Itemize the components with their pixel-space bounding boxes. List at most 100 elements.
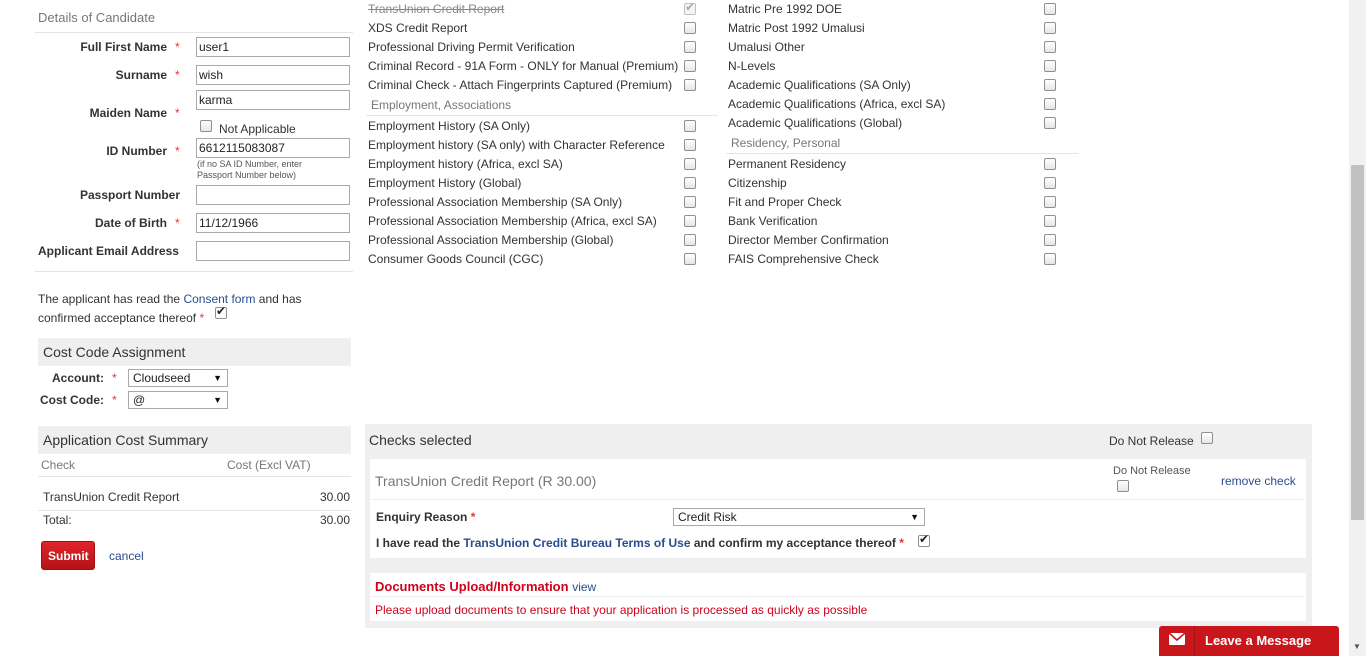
check-xds-label: XDS Credit Report — [368, 21, 468, 35]
total-label: Total: — [43, 513, 72, 527]
required-mark: * — [899, 536, 904, 550]
check-employment-sa-checkbox[interactable] — [684, 120, 696, 132]
check-xds-checkbox[interactable] — [684, 22, 696, 34]
scrollbar-track[interactable]: ▼ — [1349, 0, 1366, 656]
checks-selected-title: Checks selected — [369, 432, 472, 448]
check-academic-sa-label: Academic Qualifications (SA Only) — [728, 78, 911, 92]
check-criminal-91a-checkbox[interactable] — [684, 60, 696, 72]
check-prof-assoc-sa-label: Professional Association Membership (SA … — [368, 195, 623, 209]
check-employment-global-label: Employment History (Global) — [368, 176, 522, 190]
email-input[interactable] — [196, 241, 350, 261]
check-n-levels-checkbox[interactable] — [1044, 60, 1056, 72]
account-select[interactable]: Cloudseed ▼ — [128, 369, 228, 387]
remove-check-link[interactable]: remove check — [1221, 474, 1296, 488]
divider — [372, 499, 1304, 500]
check-transunion-label: TransUnion Credit Report — [368, 2, 505, 16]
required-mark: * — [470, 510, 476, 524]
selected-check-title: TransUnion Credit Report (R 30.00) — [375, 473, 597, 489]
cost-code-select[interactable]: @ ▼ — [128, 391, 228, 409]
check-prof-assoc-africa-checkbox[interactable] — [684, 215, 696, 227]
check-bank-verification-label: Bank Verification — [728, 214, 818, 228]
cost-code-label: Cost Code: — [40, 393, 104, 407]
passport-input[interactable] — [196, 185, 350, 205]
consent-text-part1: The applicant has read the — [38, 292, 184, 306]
check-prof-assoc-africa-label: Professional Association Membership (Afr… — [368, 214, 657, 228]
not-applicable-checkbox[interactable] — [200, 120, 212, 132]
enquiry-reason-select[interactable]: Credit Risk ▼ — [673, 508, 925, 526]
check-bank-verification-checkbox[interactable] — [1044, 215, 1056, 227]
scroll-down-arrow-icon[interactable]: ▼ — [1353, 642, 1361, 651]
chevron-down-icon: ▼ — [213, 373, 222, 383]
do-not-release-checkbox[interactable] — [1201, 432, 1213, 444]
check-matric-post-checkbox[interactable] — [1044, 22, 1056, 34]
check-fais-checkbox[interactable] — [1044, 253, 1056, 265]
check-umalusi-other-label: Umalusi Other — [728, 40, 805, 54]
check-criminal-fingerprints-checkbox[interactable] — [684, 79, 696, 91]
check-matric-pre-checkbox[interactable] — [1044, 3, 1056, 15]
check-cgc-checkbox[interactable] — [684, 253, 696, 265]
cancel-link[interactable]: cancel — [109, 549, 144, 563]
terms-text: I have read the TransUnion Credit Bureau… — [376, 536, 904, 550]
check-academic-global-checkbox[interactable] — [1044, 117, 1056, 129]
check-fit-proper-label: Fit and Proper Check — [728, 195, 842, 209]
account-select-value: Cloudseed — [133, 371, 191, 385]
check-umalusi-other-checkbox[interactable] — [1044, 41, 1056, 53]
cost-summary-header: Application Cost Summary — [38, 426, 351, 454]
terms-checkbox[interactable] — [918, 532, 930, 547]
account-label: Account: — [52, 371, 104, 385]
check-pdp-checkbox[interactable] — [684, 41, 696, 53]
submit-button[interactable]: Submit — [41, 541, 95, 570]
dob-input[interactable] — [196, 213, 350, 233]
surname-input[interactable] — [196, 65, 350, 85]
scrollbar-thumb[interactable] — [1351, 165, 1364, 520]
required-mark: * — [112, 371, 117, 385]
col-check-header: Check — [41, 458, 76, 472]
check-employment-africa-checkbox[interactable] — [684, 158, 696, 170]
leave-message-button[interactable]: Leave a Message — [1159, 626, 1339, 656]
consent-checkbox[interactable] — [215, 304, 227, 319]
enquiry-reason-value: Credit Risk — [678, 510, 737, 524]
full-first-name-input[interactable] — [196, 37, 350, 57]
check-permanent-residency-label: Permanent Residency — [728, 157, 847, 171]
dob-label: Date of Birth — [95, 216, 167, 230]
check-employment-global-checkbox[interactable] — [684, 177, 696, 189]
email-label: Applicant Email Address — [38, 244, 179, 258]
item-do-not-release-checkbox[interactable] — [1117, 480, 1129, 492]
documents-view-link[interactable]: view — [572, 580, 596, 594]
divider — [35, 32, 353, 33]
id-number-label: ID Number — [106, 144, 167, 158]
candidate-title: Details of Candidate — [38, 10, 156, 25]
employment-section-title: Employment, Associations — [371, 98, 512, 112]
required-mark: * — [175, 106, 180, 120]
leave-message-label: Leave a Message — [1205, 633, 1312, 648]
maiden-name-input[interactable] — [196, 90, 350, 110]
item-do-not-release-label: Do Not Release — [1113, 465, 1191, 477]
passport-label: Passport Number — [79, 188, 180, 202]
envelope-icon — [1168, 632, 1186, 645]
cost-code-header: Cost Code Assignment — [38, 338, 351, 366]
check-citizenship-checkbox[interactable] — [1044, 177, 1056, 189]
do-not-release-label: Do Not Release — [1109, 434, 1194, 448]
check-academic-africa-label: Academic Qualifications (Africa, excl SA… — [728, 97, 946, 111]
consent-text: The applicant has read the Consent form … — [38, 290, 338, 328]
check-prof-assoc-sa-checkbox[interactable] — [684, 196, 696, 208]
terms-of-use-link[interactable]: TransUnion Credit Bureau Terms of Use — [463, 536, 690, 550]
check-transunion-checkbox[interactable] — [684, 0, 696, 15]
terms-text-part2: and confirm my acceptance thereof — [690, 536, 896, 550]
check-academic-sa-checkbox[interactable] — [1044, 79, 1056, 91]
id-note: (if no SA ID Number, enter Passport Numb… — [197, 159, 302, 181]
full-first-name-label: Full First Name — [80, 40, 167, 54]
required-mark: * — [175, 144, 180, 158]
id-number-input[interactable] — [196, 138, 350, 158]
check-director-member-checkbox[interactable] — [1044, 234, 1056, 246]
consent-text-part3: confirmed acceptance thereof — [38, 311, 197, 325]
check-fit-proper-checkbox[interactable] — [1044, 196, 1056, 208]
check-academic-africa-checkbox[interactable] — [1044, 98, 1056, 110]
enquiry-reason-label: Enquiry Reason * — [376, 510, 475, 524]
check-employment-char-ref-checkbox[interactable] — [684, 139, 696, 151]
check-criminal-91a-label: Criminal Record - 91A Form - ONLY for Ma… — [368, 59, 679, 73]
check-cgc-label: Consumer Goods Council (CGC) — [368, 252, 544, 266]
required-mark: * — [112, 393, 117, 407]
check-prof-assoc-global-checkbox[interactable] — [684, 234, 696, 246]
check-permanent-residency-checkbox[interactable] — [1044, 158, 1056, 170]
